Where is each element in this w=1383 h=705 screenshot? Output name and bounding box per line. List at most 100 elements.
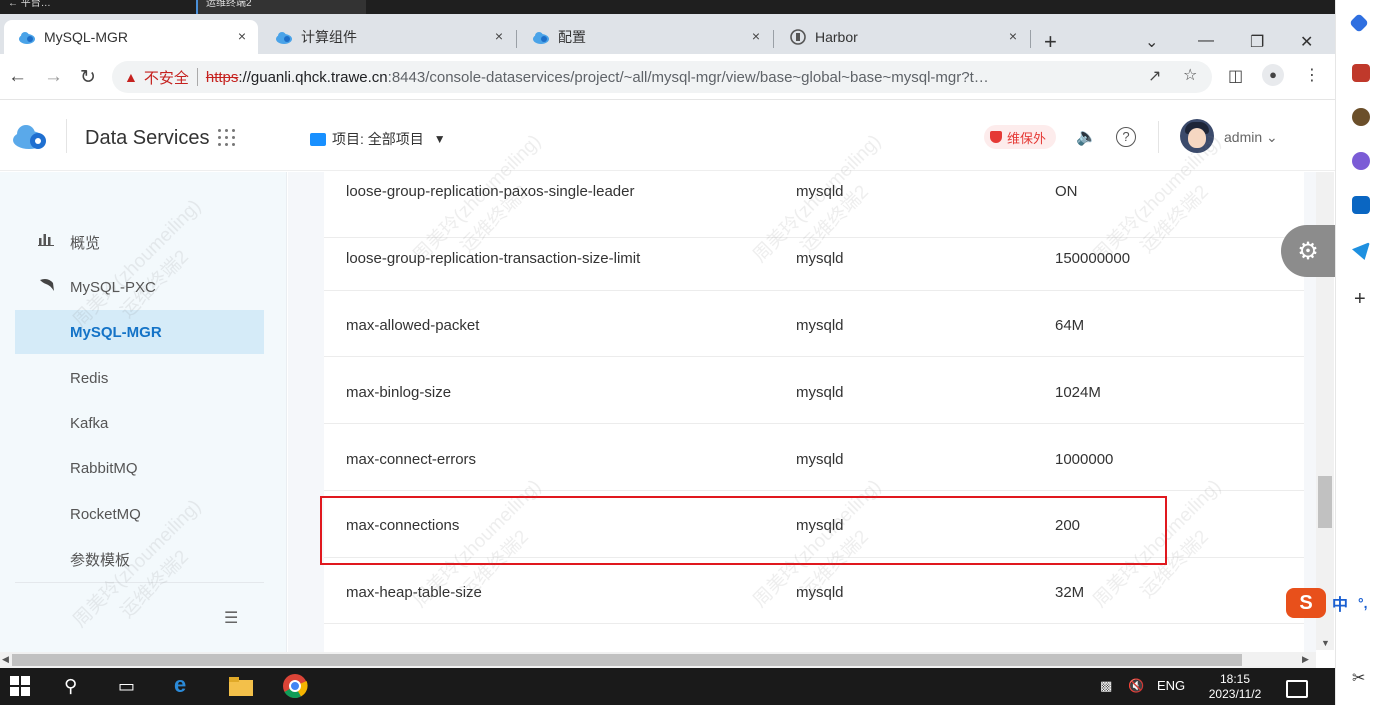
sidebar-item-redis[interactable]: Redis [15, 356, 264, 400]
sidebar-item-mysql-mgr[interactable]: MySQL-MGR [15, 310, 264, 354]
scroll-right-icon[interactable]: ▶ [1302, 654, 1309, 665]
task-view-icon[interactable]: ▭ [118, 676, 142, 698]
outlook-icon[interactable] [1352, 196, 1370, 214]
sidebar-item-kafka[interactable]: Kafka [15, 401, 264, 445]
add-icon[interactable]: + [1354, 288, 1366, 311]
sidebar-item-rabbitmq[interactable]: RabbitMQ [15, 446, 264, 490]
menu-kebab-icon[interactable]: ⋮ [1304, 65, 1320, 85]
close-icon[interactable]: × [1009, 28, 1017, 44]
remote-session-item-active[interactable]: 运维终端2 [196, 0, 366, 14]
help-icon[interactable]: ? [1116, 127, 1136, 147]
sidebar-item-overview[interactable]: 概览 [15, 220, 264, 264]
tab-config[interactable]: 配置 × [518, 20, 772, 54]
minimize-icon[interactable]: — [1198, 32, 1214, 50]
bar-chart-icon [38, 232, 56, 250]
collapse-sidebar-icon[interactable]: ☰ [224, 608, 238, 628]
data-services-logo[interactable] [12, 121, 48, 151]
maintenance-badge[interactable]: 维保外 [984, 125, 1057, 149]
table-row: max-heap-table-size mysqld 32M [324, 558, 1304, 624]
forward-icon[interactable]: → [44, 66, 63, 88]
table-row: max-allowed-packet mysqld 64M [324, 291, 1304, 357]
windows-start-icon[interactable] [10, 676, 34, 698]
param-name: max-connect-errors [346, 451, 477, 468]
scrollbar-thumb[interactable] [12, 654, 1242, 666]
param-value: ON [1055, 183, 1078, 200]
toolbox-icon[interactable] [1352, 64, 1370, 82]
horizontal-scrollbar[interactable]: ◀ ▶ [0, 652, 1316, 668]
volume-muted-icon[interactable]: 🔇 [1128, 678, 1144, 694]
system-clock[interactable]: 18:15 2023/11/2 [1200, 672, 1270, 702]
tab-divider [516, 30, 517, 48]
scrollbar-thumb[interactable] [1318, 476, 1332, 528]
sidebar-item-label: RocketMQ [70, 505, 141, 523]
param-value: 1000000 [1055, 451, 1114, 468]
sidebar-item-param-templates[interactable]: 参数模板 [15, 537, 264, 581]
user-menu[interactable]: admin ⌄ [1224, 129, 1278, 146]
maintenance-badge-label: 维保外 [1007, 130, 1047, 146]
tab-compute-components[interactable]: 计算组件 × [261, 20, 515, 54]
sidebar-item-mysql-pxc[interactable]: MySQL-PXC [15, 265, 264, 309]
project-selector[interactable]: 项目: 全部项目 ▼ [310, 129, 446, 149]
bookmark-star-icon[interactable]: ☆ [1183, 65, 1197, 85]
sidebar-item-label: Kafka [70, 414, 109, 432]
profile-icon[interactable]: ● [1262, 64, 1284, 86]
url-host: ://guanli.qhck.trawe.cn [238, 68, 388, 86]
ime-punctuation[interactable]: °, [1358, 595, 1368, 611]
share-icon[interactable]: ↗ [1148, 66, 1161, 86]
chrome-icon[interactable] [282, 673, 308, 699]
search-icon[interactable]: ⚲ [64, 676, 88, 698]
ie-icon[interactable]: e [174, 672, 198, 697]
annotation-highlight-box [320, 496, 1167, 565]
tab-label: Harbor [815, 29, 858, 45]
side-panel-icon[interactable]: ◫ [1228, 66, 1243, 86]
param-name: loose-group-replication-paxos-single-lea… [346, 183, 635, 200]
avatar[interactable] [1180, 119, 1214, 153]
ime-language[interactable]: 中 [1332, 591, 1348, 615]
sidebar-item-label: Redis [70, 369, 109, 387]
copilot-icon[interactable] [1352, 152, 1370, 170]
tag-icon[interactable] [1349, 13, 1369, 33]
close-window-icon[interactable]: ✕ [1300, 32, 1313, 52]
screenshot-tool-icon[interactable]: ✂ [1352, 668, 1365, 688]
new-tab-button[interactable]: + [1044, 31, 1057, 53]
remote-session-item[interactable]: ← 平台… [0, 0, 190, 14]
param-name: max-allowed-packet [346, 317, 480, 334]
address-bar[interactable]: ▲ 不安全 https ://guanli.qhck.trawe.cn:8443… [112, 61, 1212, 93]
send-icon[interactable] [1352, 242, 1370, 260]
input-language[interactable]: ENG [1157, 678, 1185, 693]
scroll-down-icon[interactable]: ▼ [1321, 638, 1330, 648]
tab-mysql-mgr[interactable]: MySQL-MGR × [4, 20, 258, 54]
param-section: mysqld [796, 183, 844, 200]
settings-gear-icon[interactable]: ⚙ [1281, 225, 1335, 277]
ime-toolbar[interactable]: S 中 °, [1286, 587, 1383, 619]
close-icon[interactable]: × [238, 28, 246, 44]
restore-icon[interactable]: ❐ [1250, 32, 1264, 52]
param-section: mysqld [796, 250, 844, 267]
speaker-icon[interactable]: 🔈 [1076, 127, 1097, 147]
tab-harbor[interactable]: Harbor × [775, 20, 1029, 54]
file-explorer-icon[interactable] [229, 676, 253, 698]
tab-label: MySQL-MGR [44, 29, 128, 45]
people-icon[interactable] [1352, 108, 1370, 126]
scroll-left-icon[interactable]: ◀ [2, 654, 9, 665]
browser-tab-strip: MySQL-MGR × 计算组件 × 配置 × Harbor × + ⌄ — ❐… [0, 14, 1335, 54]
param-section: mysqld [796, 584, 844, 601]
sogou-logo[interactable]: S [1286, 588, 1326, 618]
notification-icon[interactable] [1286, 680, 1308, 698]
reload-icon[interactable]: ↻ [80, 66, 96, 89]
app-grid-icon[interactable] [218, 129, 236, 147]
project-selector-label: 项目: 全部项目 [332, 131, 424, 147]
url-path: :8443/console-dataservices/project/~all/… [387, 68, 989, 86]
tab-label: 计算组件 [301, 29, 357, 45]
security-label[interactable]: 不安全 [144, 67, 189, 88]
param-section: mysqld [796, 317, 844, 334]
sidebar-item-label: 概览 [70, 234, 101, 252]
sidebar-item-rocketmq[interactable]: RocketMQ [15, 492, 264, 536]
close-icon[interactable]: × [752, 28, 760, 44]
brand-title: Data Services [85, 127, 210, 149]
param-value: 32M [1055, 584, 1085, 601]
back-icon[interactable]: ← [8, 66, 27, 88]
close-icon[interactable]: × [495, 28, 503, 44]
network-icon[interactable]: ▩ [1100, 678, 1112, 694]
tab-search-icon[interactable]: ⌄ [1145, 32, 1158, 52]
